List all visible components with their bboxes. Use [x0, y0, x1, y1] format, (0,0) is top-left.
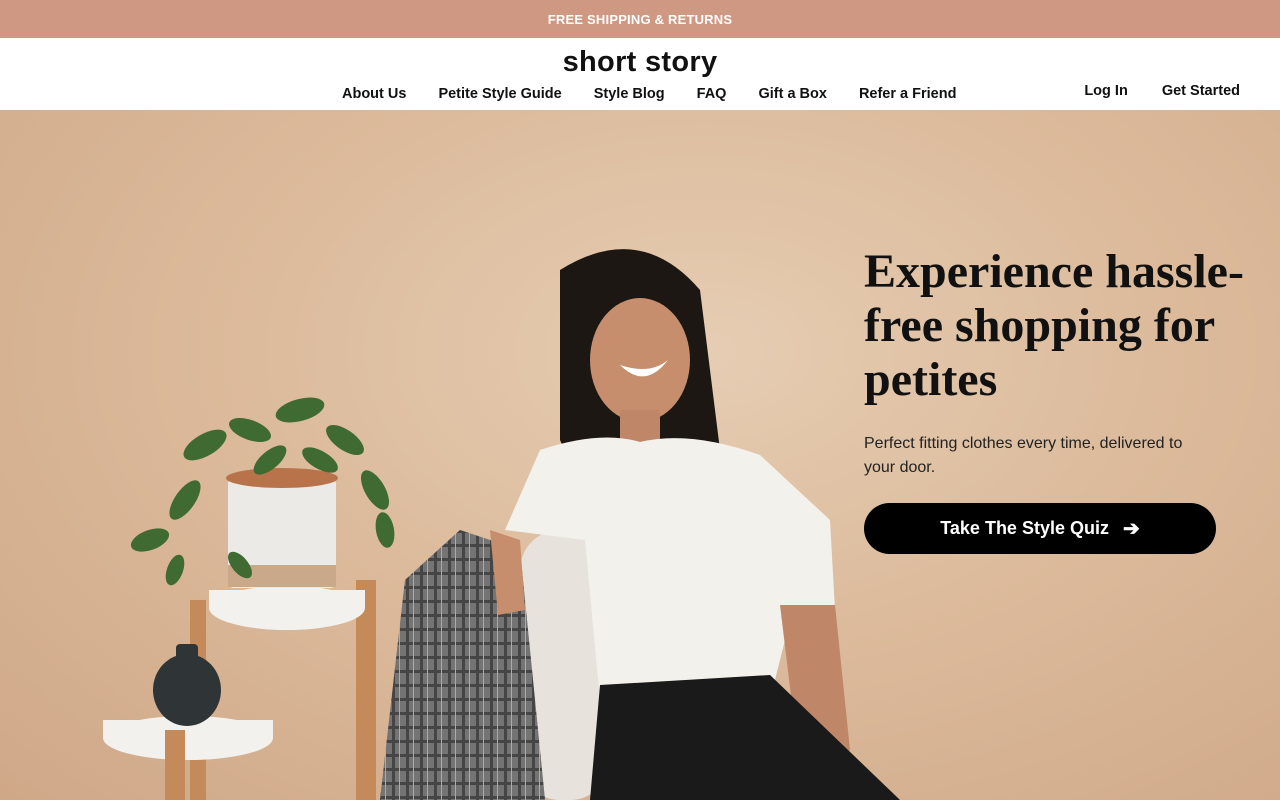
promo-text: FREE SHIPPING & RETURNS [547, 11, 733, 27]
take-style-quiz-button[interactable]: Take The Style Quiz ➔ [864, 503, 1216, 554]
model-illustration [380, 249, 900, 800]
nav-faq[interactable]: FAQ [697, 86, 727, 102]
login-link[interactable]: Log In [1084, 83, 1128, 99]
get-started-link[interactable]: Get Started [1162, 83, 1240, 99]
cta-label: Take The Style Quiz [940, 518, 1109, 538]
hero-subtext: Perfect fitting clothes every time, deli… [864, 435, 1183, 476]
nav-gift-a-box[interactable]: Gift a Box [758, 86, 826, 102]
nav-petite-style-guide[interactable]: Petite Style Guide [438, 86, 561, 102]
account-links: Log In Get Started [1084, 83, 1240, 99]
arrow-right-icon: ➔ [1122, 518, 1140, 540]
plant-stand-illustration [103, 397, 395, 800]
nav-about-us[interactable]: About Us [342, 86, 406, 102]
site-header: short story About Us Petite Style Guide … [0, 38, 1280, 110]
hero-section: Experience hassle-free shopping for peti… [0, 110, 1280, 800]
hero-headline: Experience hassle-free shopping for peti… [864, 245, 1244, 406]
site-logo[interactable]: short story [0, 46, 1280, 79]
nav-style-blog[interactable]: Style Blog [594, 86, 665, 102]
main-nav: About Us Petite Style Guide Style Blog F… [342, 86, 956, 102]
promo-banner: FREE SHIPPING & RETURNS [0, 0, 1280, 38]
nav-refer-a-friend[interactable]: Refer a Friend [859, 86, 957, 102]
